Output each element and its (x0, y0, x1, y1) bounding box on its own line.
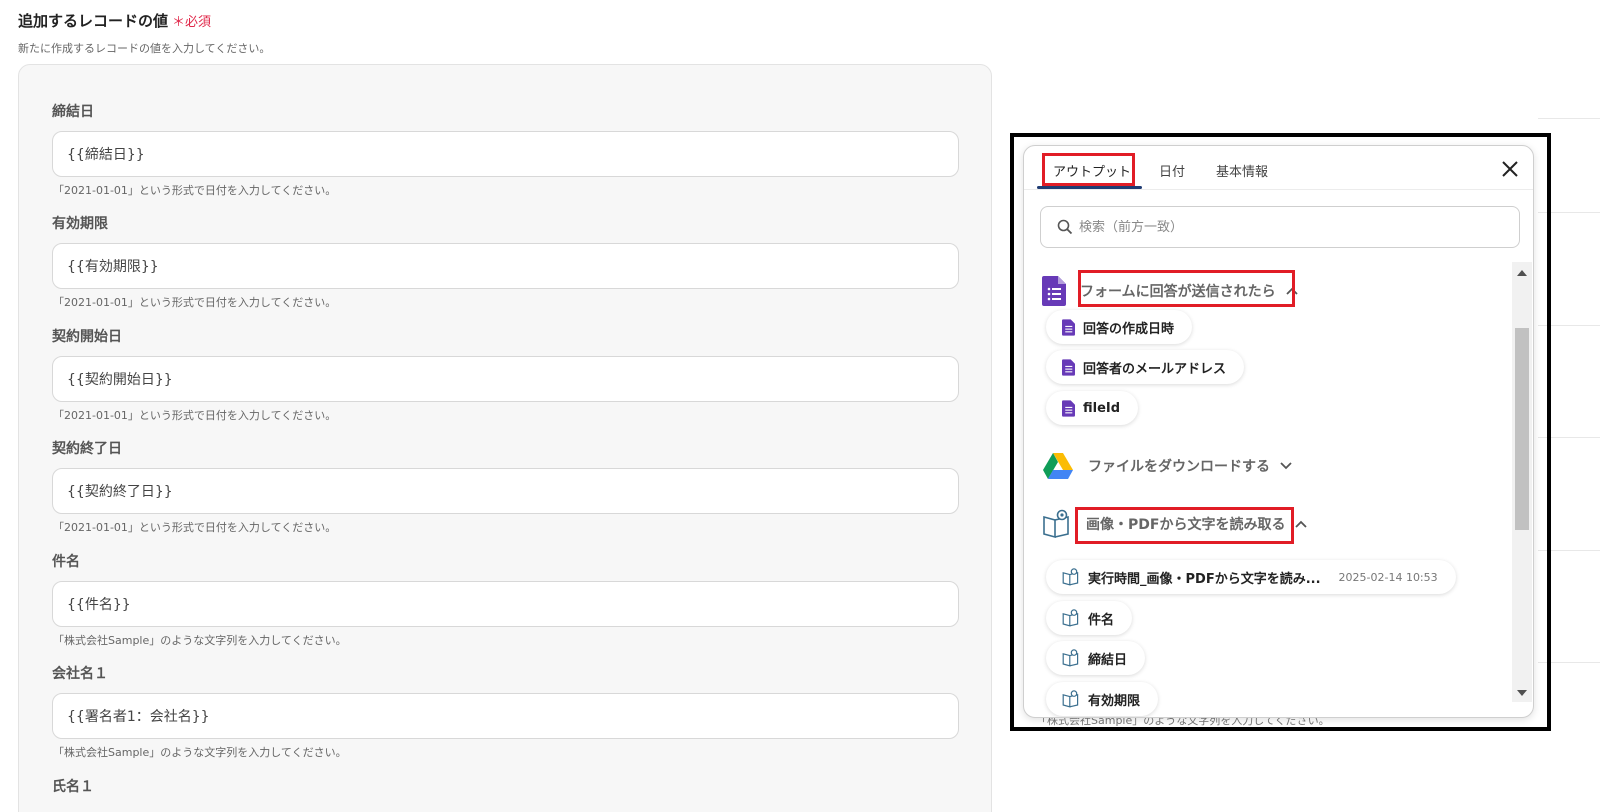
field-subject: 件名 {{件名}} 「株式会社Sample」のような文字列を入力してください。 (52, 551, 959, 648)
field-hint: 「2021-01-01」という形式で日付を入力してください。 (53, 296, 337, 309)
field-hint: 「2021-01-01」という形式で日付を入力してください。 (53, 409, 337, 422)
field-hint: 「2021-01-01」という形式で日付を入力してください。 (53, 521, 337, 534)
record-form-panel: 締結日 {{締結日}} 「2021-01-01」という形式で日付を入力してくださ… (18, 64, 992, 812)
screenshot-highlight-frame (1010, 133, 1551, 731)
field-label: 会社名１ (52, 666, 108, 682)
field-expiration: 有効期限 {{有効期限}} 「2021-01-01」という形式で日付を入力してく… (52, 213, 959, 310)
field-company-name-1: 会社名１ {{署名者1：会社名}} 「株式会社Sample」のような文字列を入力… (52, 663, 959, 760)
section-description: 新たに作成するレコードの値を入力してください。 (18, 42, 271, 55)
field-contract-end: 契約終了日 {{契約終了日}} 「2021-01-01」という形式で日付を入力し… (52, 438, 959, 535)
field-person-name-1: 氏名１ (52, 776, 959, 796)
contract-start-input[interactable]: {{契約開始日}} (52, 356, 959, 402)
required-badge: ＊必須 (172, 15, 212, 30)
field-label: 契約開始日 (52, 329, 122, 345)
field-hint: 「株式会社Sample」のような文字列を入力してください。 (53, 746, 347, 759)
expiration-input[interactable]: {{有効期限}} (52, 243, 959, 289)
company-name-1-input[interactable]: {{署名者1：会社名}} (52, 693, 959, 739)
contract-end-input[interactable]: {{契約終了日}} (52, 468, 959, 514)
section-title: 追加するレコードの値 ＊必須 (18, 10, 211, 31)
field-contract-start: 契約開始日 {{契約開始日}} 「2021-01-01」という形式で日付を入力し… (52, 326, 959, 423)
field-conclusion-date: 締結日 {{締結日}} 「2021-01-01」という形式で日付を入力してくださ… (52, 101, 959, 198)
field-label: 件名 (52, 554, 80, 570)
field-label: 締結日 (52, 104, 94, 120)
subject-input[interactable]: {{件名}} (52, 581, 959, 627)
field-hint: 「2021-01-01」という形式で日付を入力してください。 (53, 184, 337, 197)
field-label: 有効期限 (52, 216, 108, 232)
field-label: 契約終了日 (52, 441, 122, 457)
field-label: 氏名１ (52, 779, 94, 795)
field-hint: 「株式会社Sample」のような文字列を入力してください。 (53, 634, 347, 647)
conclusion-date-input[interactable]: {{締結日}} (52, 131, 959, 177)
section-title-text: 追加するレコードの値 (18, 12, 169, 30)
